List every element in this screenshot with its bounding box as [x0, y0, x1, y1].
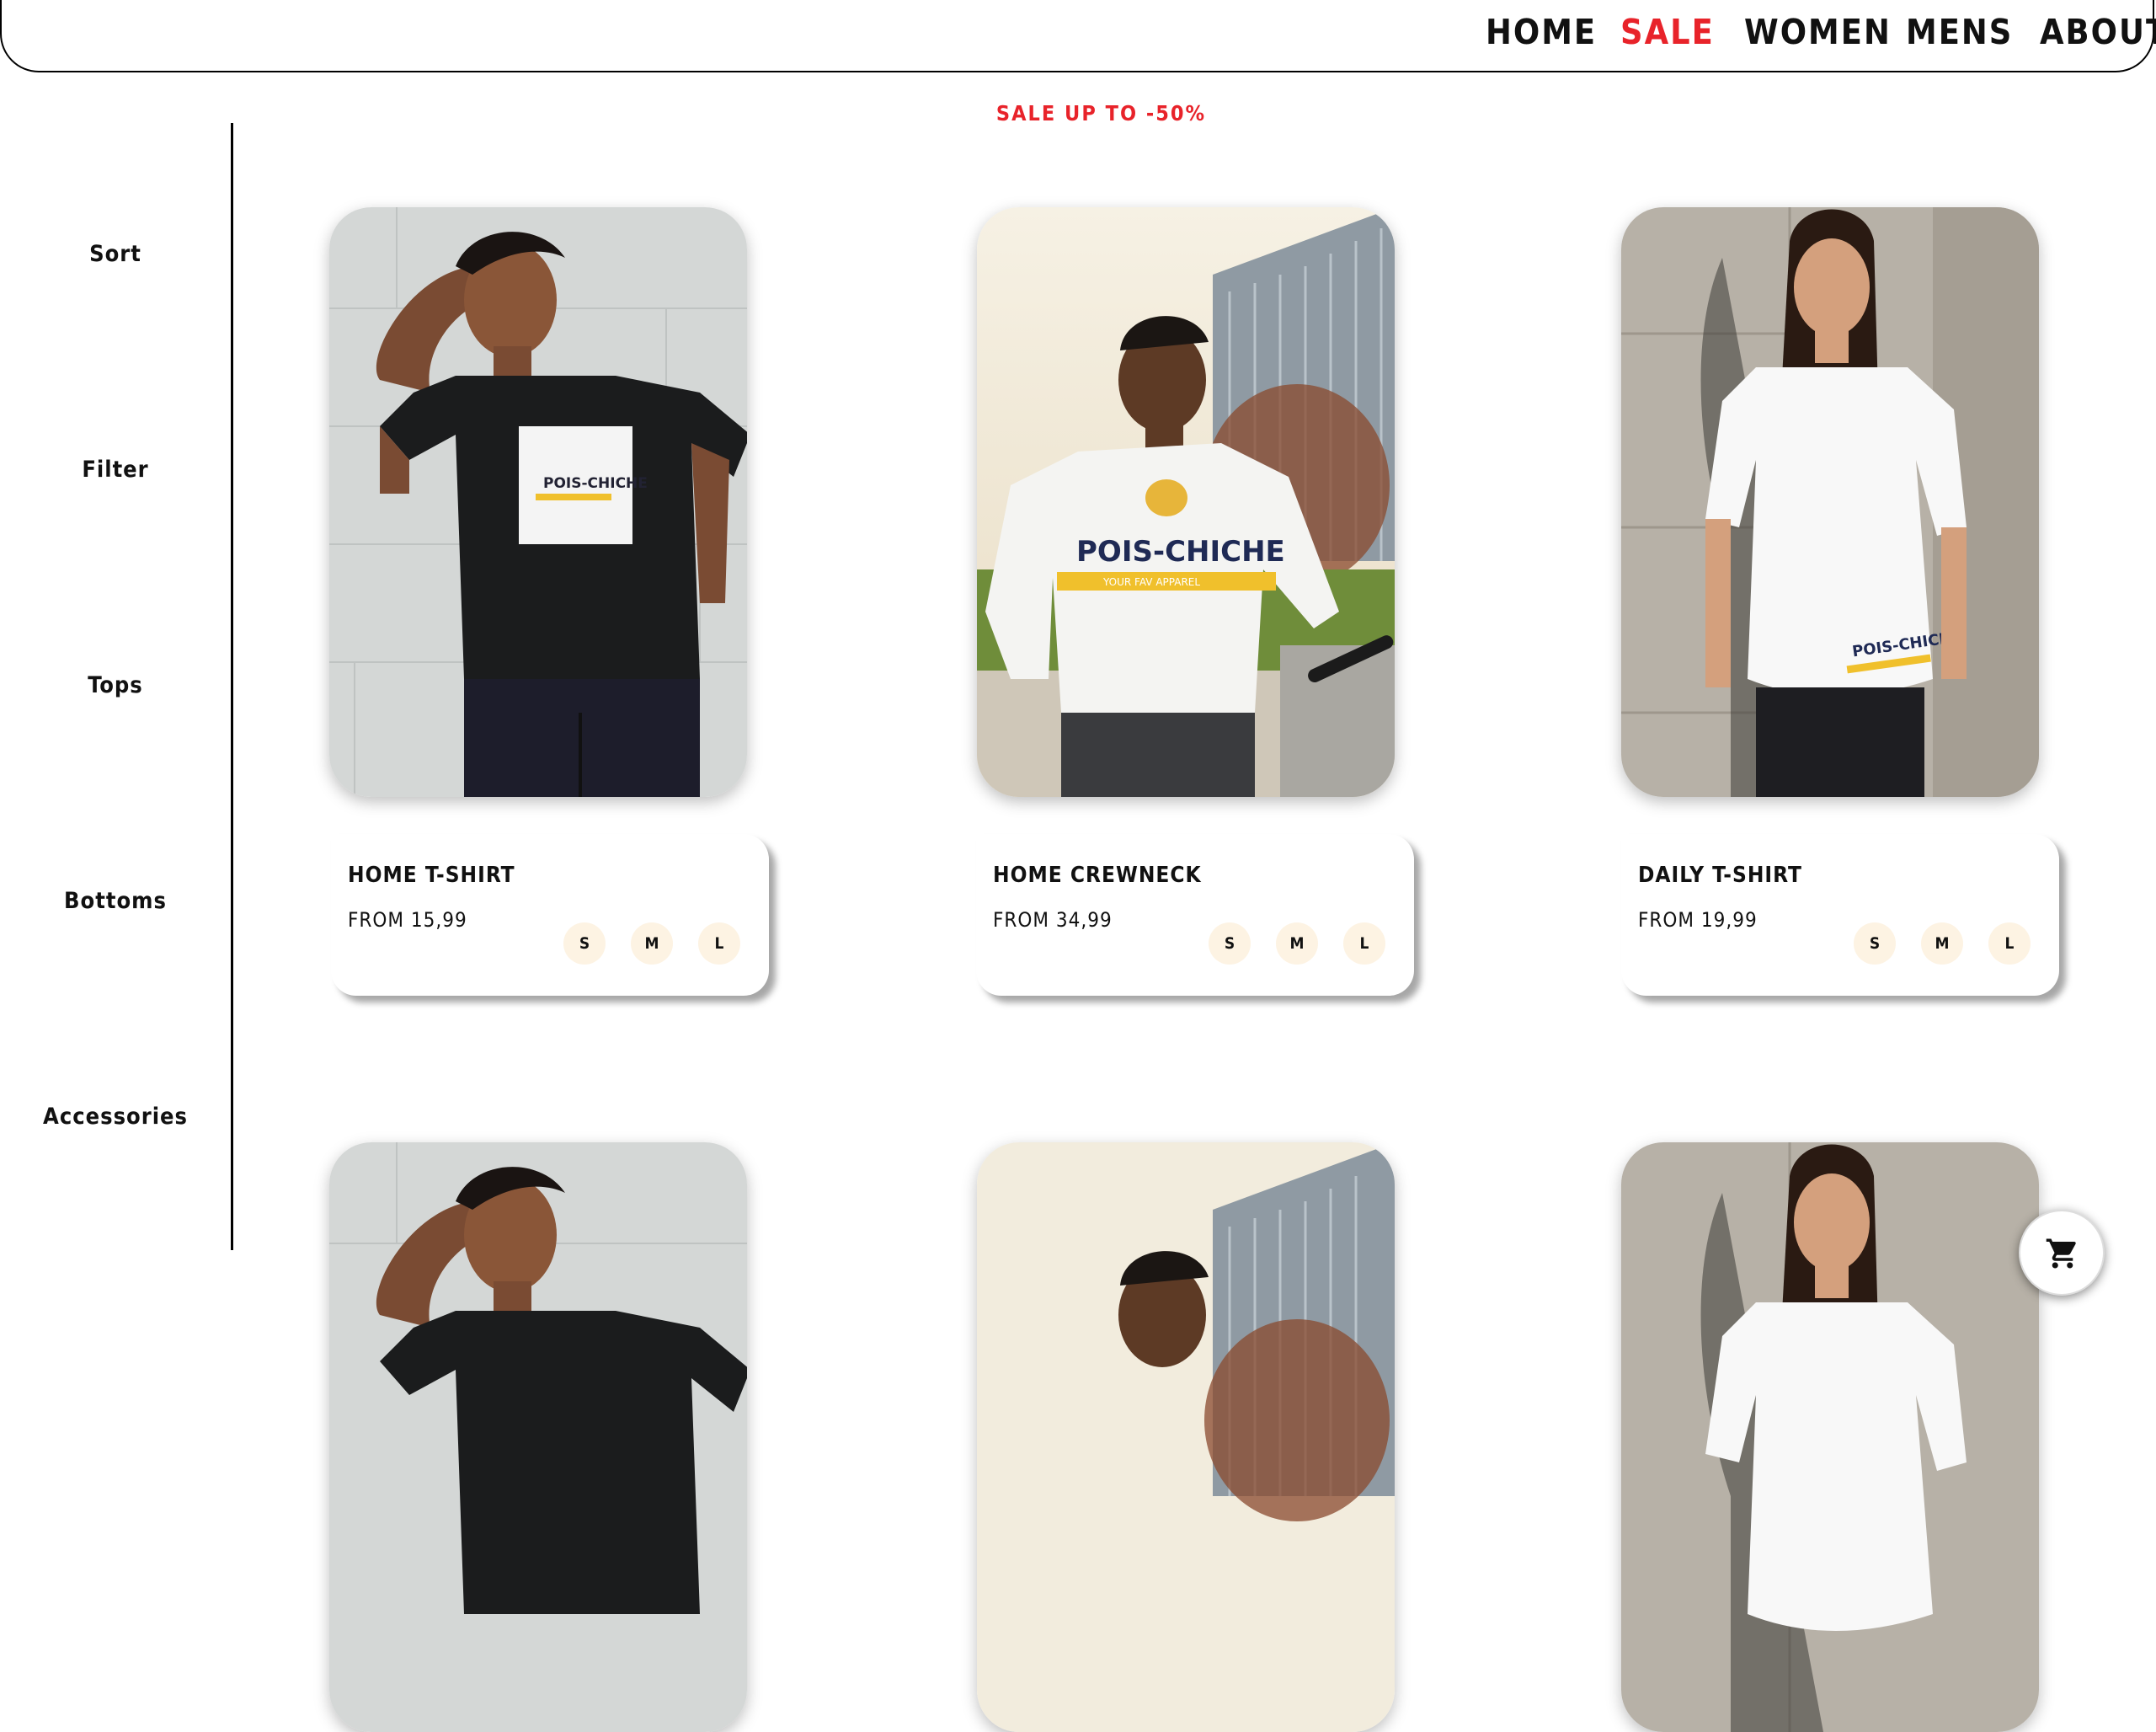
size-s-button[interactable]: S	[1854, 922, 1896, 965]
woman-white-tshirt-photo: POIS-CHICHE	[1621, 207, 2039, 797]
size-s-button[interactable]: S	[563, 922, 606, 965]
sale-banner[interactable]: SALE UP TO -50%	[0, 101, 2156, 126]
nav-mens[interactable]: MENS	[1906, 12, 2013, 52]
product-card-daily-tshirt[interactable]: DAILY T-SHIRT FROM 19,99 S M L	[1621, 834, 2059, 996]
nav-sale[interactable]: SALE	[1620, 12, 1715, 52]
size-l-button[interactable]: L	[698, 922, 740, 965]
nav-women[interactable]: WOMEN	[1744, 12, 1892, 52]
sweater-tagline-print: YOUR FAV APPAREL	[1102, 576, 1200, 588]
product-card-home-tshirt[interactable]: HOME T-SHIRT FROM 15,99 S M L	[331, 834, 769, 996]
size-s-button[interactable]: S	[1209, 922, 1251, 965]
product-price: FROM 19,99	[1638, 908, 1758, 932]
sidebar-item-accessories[interactable]: Accessories	[0, 1104, 231, 1130]
cart-button[interactable]	[2019, 1210, 2105, 1296]
cart-icon	[2046, 1238, 2076, 1269]
product-price: FROM 34,99	[993, 908, 1113, 932]
man-black-tshirt-photo: POIS-CHICHE	[329, 207, 747, 797]
product-name: HOME CREWNECK	[993, 863, 1202, 888]
size-m-button[interactable]: M	[1921, 922, 1963, 965]
product-card-home-crewneck[interactable]: HOME CREWNECK FROM 34,99 S M L	[976, 834, 1414, 996]
product-image-home-tshirt[interactable]: POIS-CHICHE	[329, 207, 747, 797]
man-white-crewneck-photo	[977, 1142, 1395, 1732]
nav-about[interactable]: ABOUT	[2040, 12, 2156, 52]
woman-white-tshirt-photo	[1621, 1142, 2039, 1732]
size-l-button[interactable]: L	[1988, 922, 2031, 965]
shirt-brand-print: POIS-CHICHE	[543, 475, 648, 492]
product-image-home-tshirt[interactable]	[329, 1142, 747, 1732]
man-black-tshirt-photo	[329, 1142, 747, 1732]
sidebar-item-sort[interactable]: Sort	[0, 241, 231, 267]
size-m-button[interactable]: M	[631, 922, 673, 965]
product-price: FROM 15,99	[348, 908, 467, 932]
sidebar-item-bottoms[interactable]: Bottoms	[0, 888, 231, 914]
sidebar-item-filter[interactable]: Filter	[0, 457, 231, 483]
nav-home[interactable]: HOME	[1486, 12, 1597, 52]
product-image-daily-tshirt[interactable]: POIS-CHICHE	[1621, 207, 2039, 797]
size-l-button[interactable]: L	[1343, 922, 1385, 965]
sidebar-item-tops[interactable]: Tops	[0, 672, 231, 698]
product-name: HOME T-SHIRT	[348, 863, 515, 888]
product-name: DAILY T-SHIRT	[1638, 863, 1802, 888]
man-white-crewneck-photo: POIS-CHICHE YOUR FAV APPAREL	[977, 207, 1395, 797]
product-image-home-crewneck[interactable]: POIS-CHICHE YOUR FAV APPAREL	[977, 207, 1395, 797]
sidebar-divider	[231, 123, 233, 1250]
sweater-brand-print: POIS-CHICHE	[1076, 535, 1285, 569]
product-image-home-crewneck[interactable]	[977, 1142, 1395, 1732]
product-image-daily-tshirt[interactable]	[1621, 1142, 2039, 1732]
size-m-button[interactable]: M	[1276, 922, 1318, 965]
top-navbar: HOME SALE WOMEN MENS ABOUT	[0, 0, 2156, 72]
